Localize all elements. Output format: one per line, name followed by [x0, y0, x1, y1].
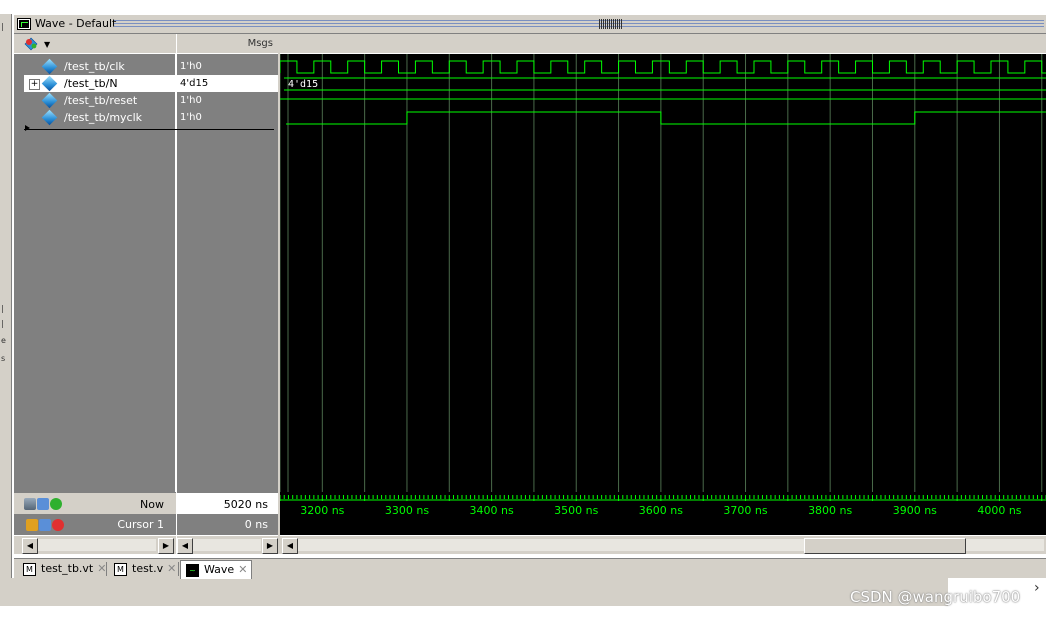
scroll-track[interactable] — [193, 539, 261, 551]
names-scrollbar[interactable]: ◀ ▶ — [14, 535, 176, 554]
cursor-row[interactable]: Cursor 1 — [14, 514, 176, 535]
verilog-file-icon: M — [23, 562, 36, 576]
dock-mark-icon: s — [1, 354, 6, 363]
ruler-label: 3800 ns — [808, 504, 852, 517]
signal-value: 1'h0 — [180, 112, 202, 123]
window-title: Wave - Default — [35, 17, 117, 30]
ruler-svg: 3200 ns 3300 ns 3400 ns 3500 ns 3600 ns 3700 … — [279, 495, 1046, 517]
signal-icon — [41, 58, 58, 75]
close-icon[interactable]: ✕ — [167, 562, 176, 575]
tab-label: test_tb.vt — [41, 562, 94, 575]
dock-mark-icon: e — [1, 336, 6, 345]
tab-test-v[interactable]: Mtest.v ✕ — [109, 560, 176, 578]
zoom-tool-icon[interactable] — [24, 498, 36, 510]
ruler-label: 3600 ns — [639, 504, 683, 517]
tab-bar: Mtest_tb.vt ✕ Mtest.v ✕ ~ Wave ✕ — [14, 558, 1046, 579]
signal-icon — [41, 75, 58, 92]
wave-scrollbar[interactable]: ◀ — [280, 535, 1046, 554]
scroll-thumb[interactable] — [804, 538, 966, 554]
tab-wave[interactable]: ~ Wave ✕ — [180, 560, 252, 579]
ruler-label: 3500 ns — [554, 504, 598, 517]
ruler-label: 3900 ns — [893, 504, 937, 517]
ruler-label: 3700 ns — [723, 504, 767, 517]
tab-label: Wave — [204, 563, 235, 576]
end-of-list-marker — [24, 125, 274, 131]
ruler-label: 3400 ns — [470, 504, 514, 517]
tab-separator — [106, 562, 107, 576]
time-ruler[interactable]: 3200 ns 3300 ns 3400 ns 3500 ns 3600 ns 3700 … — [279, 492, 1046, 535]
waveform-svg: 4'd15 — [280, 54, 1046, 492]
tab-test-tb-vt[interactable]: Mtest_tb.vt ✕ — [18, 560, 106, 578]
signal-value: 1'h0 — [180, 61, 202, 72]
left-dock-strip: | | | e s — [0, 14, 12, 606]
myclk-waveform — [286, 111, 1046, 125]
ruler-label: 3300 ns — [385, 504, 429, 517]
add-signal-icon[interactable] — [24, 37, 40, 51]
signal-name: /test_tb/reset — [64, 94, 138, 107]
cursor-value: 0 ns — [244, 518, 268, 531]
signal-row-reset[interactable]: /test_tb/reset — [24, 92, 176, 109]
dock-mark-icon: | — [1, 304, 4, 313]
signal-name: /test_tb/clk — [64, 60, 125, 73]
wave-window-icon — [17, 18, 31, 30]
ruler-label: 3200 ns — [300, 504, 344, 517]
clk-waveform — [280, 60, 1046, 74]
waveform-canvas[interactable]: 4'd15 — [280, 54, 1046, 492]
values-scrollbar[interactable]: ◀ ▶ — [177, 535, 278, 554]
tab-label: test.v — [132, 562, 164, 575]
now-label: Now — [140, 498, 164, 511]
msgs-column-label: Msgs — [247, 38, 273, 49]
signal-row-N[interactable]: + /test_tb/N — [24, 75, 176, 92]
wave-window-titlebar[interactable]: Wave - Default — [14, 15, 1046, 34]
insert-cursor-icon[interactable] — [37, 498, 49, 510]
edit-cursor-icon[interactable] — [39, 519, 51, 531]
chevron-down-icon[interactable]: ▼ — [44, 40, 50, 49]
now-value: 5020 ns — [223, 498, 268, 511]
tab-separator — [178, 562, 179, 576]
signal-icon — [41, 92, 58, 109]
now-value-cell: 5020 ns — [177, 492, 278, 514]
watermark-text: CSDN @wangruibo700 — [850, 588, 1021, 606]
scroll-track[interactable] — [38, 539, 156, 551]
signal-row-clk[interactable]: /test_tb/clk — [24, 58, 176, 75]
signal-name: /test_tb/myclk — [64, 111, 143, 124]
scroll-left-icon[interactable]: ◀ — [177, 538, 193, 554]
signal-name-header: ▼ — [14, 34, 176, 54]
scroll-left-icon[interactable]: ◀ — [22, 538, 38, 554]
signal-name: /test_tb/N — [64, 77, 118, 90]
wave-tab-icon: ~ — [186, 563, 199, 577]
cursor-value-cell: 0 ns — [177, 514, 278, 535]
expand-icon[interactable]: + — [29, 79, 40, 90]
dock-mark-icon: | — [1, 22, 4, 31]
close-icon[interactable]: ✕ — [238, 563, 247, 576]
ruler-label: 4000 ns — [977, 504, 1021, 517]
lock-icon[interactable] — [26, 519, 38, 531]
chevron-right-icon[interactable]: › — [1034, 580, 1040, 596]
verilog-file-icon: M — [114, 562, 127, 576]
titlebar-rule — [114, 20, 1044, 28]
add-cursor-icon[interactable] — [50, 498, 62, 510]
dock-mark-icon: | — [1, 319, 4, 328]
scroll-right-icon[interactable]: ▶ — [158, 538, 174, 554]
top-strip — [0, 0, 1046, 14]
cursor-label: Cursor 1 — [117, 518, 164, 531]
values-header: Msgs — [177, 34, 278, 54]
titlebar-grip-handle[interactable] — [599, 19, 623, 29]
signal-row-myclk[interactable]: /test_tb/myclk — [24, 109, 176, 126]
scroll-right-icon[interactable]: ▶ — [262, 538, 278, 554]
scroll-left-icon[interactable]: ◀ — [282, 538, 298, 554]
signal-icon — [41, 109, 58, 126]
now-row: Now — [14, 492, 176, 514]
wave-header — [280, 34, 1046, 54]
signal-value: 4'd15 — [177, 75, 278, 92]
signal-value: 1'h0 — [180, 95, 202, 106]
bus-value-label: 4'd15 — [288, 79, 318, 90]
delete-cursor-icon[interactable] — [52, 519, 64, 531]
